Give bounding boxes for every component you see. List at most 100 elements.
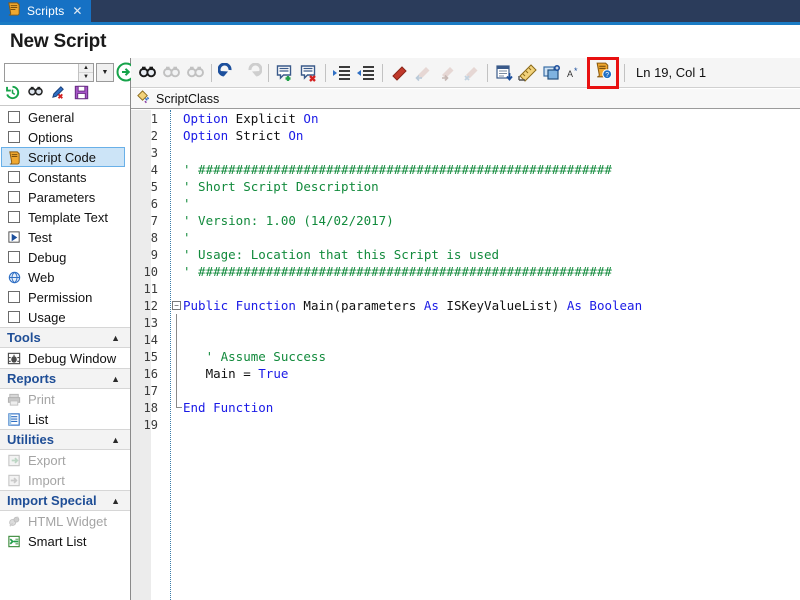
sidebar-toolbar: ▲ ▼ ▼	[0, 58, 136, 106]
code-token: End Function	[183, 400, 274, 415]
code-line[interactable]: 2 Option Strict On	[131, 127, 800, 144]
chevron-up-icon[interactable]: ▲	[111, 374, 124, 384]
code-line[interactable]: 8 '	[131, 229, 800, 246]
sidebar-item-template-text[interactable]: Template Text	[0, 207, 130, 227]
sidebar-item-usage[interactable]: Usage	[0, 307, 130, 327]
code-line[interactable]: 5 ' Short Script Description	[131, 178, 800, 195]
measure-icon[interactable]	[516, 61, 540, 85]
sidebar-item-label: Usage	[28, 309, 66, 325]
sidebar-section-tools[interactable]: Tools ▲	[0, 327, 130, 348]
sidebar-item-debug[interactable]: Debug	[0, 247, 130, 267]
sidebar-item-general[interactable]: General	[0, 107, 130, 127]
uncomment-icon[interactable]	[297, 61, 321, 85]
script-selector-input[interactable]	[5, 64, 78, 81]
spinner-down-icon[interactable]: ▼	[79, 73, 93, 81]
sidebar-item-label: Test	[28, 229, 52, 245]
sidebar-action-import: Import	[0, 470, 130, 490]
code-line[interactable]: 13	[131, 314, 800, 331]
code-line[interactable]: 4 ' #####################################…	[131, 161, 800, 178]
sidebar-section-reports[interactable]: Reports ▲	[0, 368, 130, 389]
chevron-up-icon[interactable]: ▲	[111, 435, 124, 445]
sidebar-item-options[interactable]: Options	[0, 127, 130, 147]
checkbox-icon	[7, 190, 22, 205]
sidebar-item-script-code[interactable]: Script Code	[1, 147, 125, 167]
chevron-up-icon[interactable]: ▲	[111, 333, 124, 343]
sidebar-section-utilities[interactable]: Utilities ▲	[0, 429, 130, 450]
fold-guide	[176, 331, 177, 348]
redo-icon[interactable]	[240, 61, 264, 85]
code-token: As	[423, 298, 439, 313]
toggle-bookmark-icon[interactable]	[387, 61, 411, 85]
indent-icon[interactable]	[330, 61, 354, 85]
outdent-icon[interactable]	[354, 61, 378, 85]
sidebar-item-web[interactable]: Web	[0, 267, 130, 287]
script-editor-window: Scripts ✕ New Script ▲ ▼ ▼ General Optio…	[0, 0, 800, 600]
code-text: ' Short Script Description	[164, 179, 379, 194]
code-line[interactable]: 14	[131, 331, 800, 348]
code-line[interactable]: 11	[131, 280, 800, 297]
code-line[interactable]: 12 − Public Function Main(parameters As IS…	[131, 297, 800, 314]
printer-icon	[7, 392, 22, 407]
script-help-icon: ?	[594, 61, 613, 85]
code-line[interactable]: 9 ' Usage: Location that this Script is u…	[131, 246, 800, 263]
spinner-up-icon[interactable]: ▲	[79, 64, 93, 73]
find-next-icon[interactable]	[183, 61, 207, 85]
code-token: Public Function	[183, 298, 304, 313]
comment-icon[interactable]	[273, 61, 297, 85]
sidebar-action-smart-list[interactable]: Smart List	[0, 531, 130, 551]
sidebar-section-import-special[interactable]: Import Special ▲	[0, 490, 130, 511]
sidebar-item-constants[interactable]: Constants	[0, 167, 130, 187]
find-icon[interactable]	[135, 61, 159, 85]
code-editor[interactable]: 1 Option Explicit On 2 Option Strict On 3 4 ' …	[131, 110, 800, 600]
code-line[interactable]: 15 ' Assume Success	[131, 348, 800, 365]
code-token: '	[183, 196, 191, 211]
find-previous-icon[interactable]	[159, 61, 183, 85]
play-icon	[7, 230, 22, 245]
edit-delete-icon[interactable]	[50, 84, 67, 106]
code-line[interactable]: 1 Option Explicit On	[131, 110, 800, 127]
fold-collapse-icon[interactable]: −	[172, 301, 181, 310]
undo-icon[interactable]	[216, 61, 240, 85]
sidebar-action-list[interactable]: List	[0, 409, 130, 429]
sidebar-action-debug-window[interactable]: Debug Window	[0, 348, 130, 368]
sidebar-item-permission[interactable]: Permission	[0, 287, 130, 307]
save-icon[interactable]	[73, 84, 90, 106]
code-line[interactable]: 3	[131, 144, 800, 161]
checkbox-icon	[7, 130, 22, 145]
next-bookmark-icon[interactable]	[435, 61, 459, 85]
tab-scripts[interactable]: Scripts ✕	[0, 0, 92, 22]
dropdown-button[interactable]: ▼	[96, 63, 114, 82]
checkbox-icon	[7, 110, 22, 125]
code-line[interactable]: 18 End Function	[131, 399, 800, 416]
script-help-button-highlighted[interactable]: ?	[587, 56, 619, 89]
chevron-up-icon[interactable]: ▲	[111, 496, 124, 506]
code-token: ISKeyValueList)	[438, 298, 567, 313]
insert-snippet-icon[interactable]	[492, 61, 516, 85]
script-code-icon	[7, 150, 22, 165]
code-line[interactable]: 7 ' Version: 1.00 (14/02/2017)	[131, 212, 800, 229]
checkbox-icon	[7, 170, 22, 185]
sidebar-item-parameters[interactable]: Parameters	[0, 187, 130, 207]
sidebar-item-label: Options	[28, 129, 73, 145]
sidebar-action-print: Print	[0, 389, 130, 409]
fold-guide	[176, 365, 177, 382]
object-browser-icon[interactable]	[540, 61, 564, 85]
script-selector-combobox[interactable]: ▲ ▼	[4, 63, 94, 82]
smart-list-icon	[7, 534, 22, 549]
code-line[interactable]: 16 Main = True	[131, 365, 800, 382]
code-line[interactable]: 19	[131, 416, 800, 433]
close-icon[interactable]: ✕	[70, 5, 84, 17]
code-line[interactable]: 6 '	[131, 195, 800, 212]
fold-guide	[176, 314, 177, 331]
class-selector-bar[interactable]: ScriptClass	[131, 89, 800, 109]
autocomplete-icon[interactable]: A *	[564, 61, 588, 85]
history-icon[interactable]	[4, 84, 21, 106]
code-text: ' Assume Success	[164, 349, 326, 364]
spinner[interactable]: ▲ ▼	[78, 64, 93, 81]
code-line[interactable]: 10 ' ####################################…	[131, 263, 800, 280]
code-line[interactable]: 17	[131, 382, 800, 399]
previous-bookmark-icon[interactable]	[411, 61, 435, 85]
sidebar-item-test[interactable]: Test	[0, 227, 130, 247]
clear-bookmarks-icon[interactable]	[459, 61, 483, 85]
find-icon[interactable]	[27, 84, 44, 106]
